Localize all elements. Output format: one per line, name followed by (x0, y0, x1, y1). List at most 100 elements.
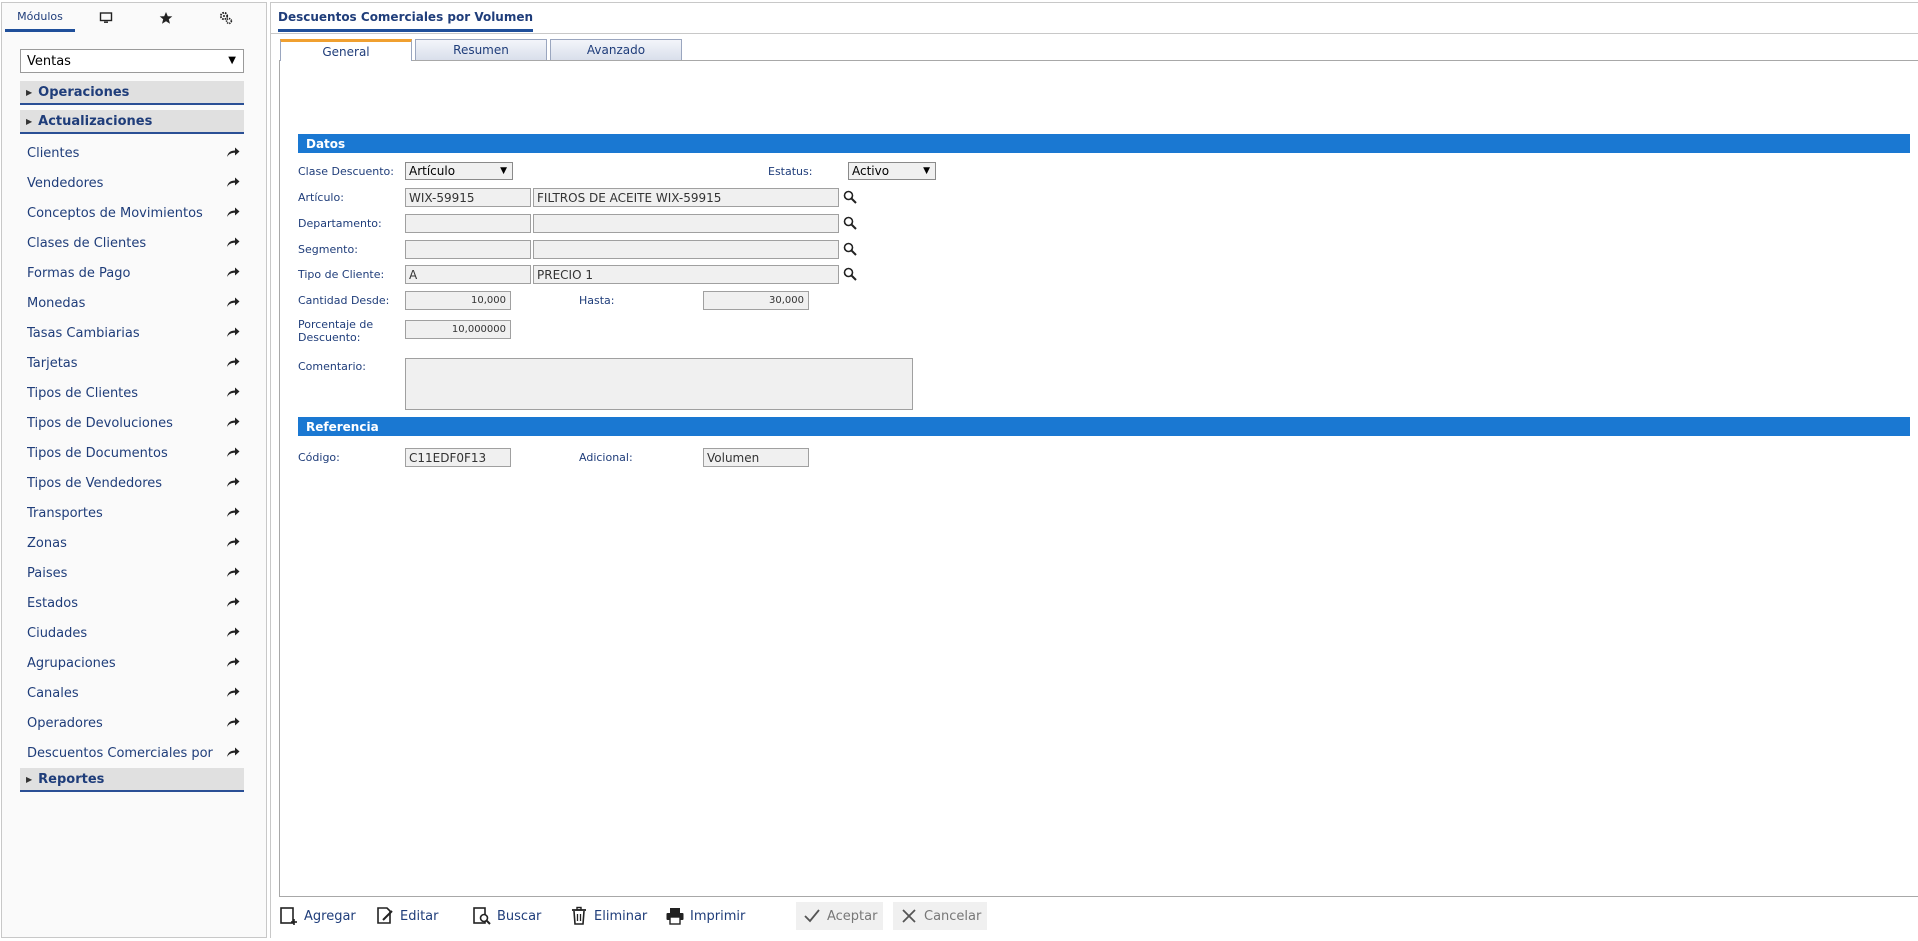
cantidad-desde-field[interactable]: 10,000 (405, 291, 511, 310)
tab-avanzado[interactable]: Avanzado (550, 39, 682, 60)
main-panel: Descuentos Comerciales por Volumen Gener… (270, 2, 1918, 938)
sidebar-item[interactable]: Monedas (20, 291, 244, 315)
sidebar-item-label: Tipos de Clientes (27, 385, 139, 401)
articulo-code-field[interactable]: WIX-59915 (405, 188, 531, 207)
sidebar-item[interactable]: Clientes (20, 141, 244, 165)
sidebar-item-label: Formas de Pago (27, 265, 131, 281)
articulo-desc-field[interactable]: FILTROS DE ACEITE WIX-59915 (533, 188, 839, 207)
sidebar-item[interactable]: Tipos de Documentos (20, 441, 244, 465)
print-button[interactable]: Imprimir (665, 902, 745, 930)
sidebar-item[interactable]: Agrupaciones (20, 651, 244, 675)
section-actualizaciones[interactable]: ▶ Actualizaciones (20, 110, 244, 134)
tab-settings[interactable] (208, 3, 244, 32)
sidebar-item[interactable]: Clases de Clientes (20, 231, 244, 255)
sidebar-item[interactable]: Conceptos de Movimientos (20, 201, 244, 225)
tab-screen[interactable] (88, 3, 124, 32)
sidebar-item[interactable]: Formas de Pago (20, 261, 244, 285)
sidebar-item-label: Tipos de Devoluciones (27, 415, 173, 431)
sidebar-item[interactable]: Canales (20, 681, 244, 705)
tab-resumen[interactable]: Resumen (415, 39, 547, 60)
share-arrow-icon (227, 597, 240, 607)
sidebar-item[interactable]: Descuentos Comerciales por Volumen (20, 741, 244, 765)
sidebar-item-label: Clientes (27, 145, 80, 161)
delete-button[interactable]: Eliminar (569, 902, 647, 930)
share-arrow-icon (227, 267, 240, 277)
tab-favorites[interactable] (148, 3, 184, 32)
adicional-field[interactable]: Volumen (703, 448, 809, 467)
porcentaje-field[interactable]: 10,000000 (405, 320, 511, 339)
sidebar-item-label: Clases de Clientes (27, 235, 147, 251)
tab-modulos-label: Módulos (17, 9, 63, 23)
add-button[interactable]: Agregar (279, 902, 356, 930)
chevron-down-icon: ▼ (923, 166, 930, 176)
gears-icon (219, 11, 233, 24)
chevron-down-icon: ▼ (228, 55, 236, 66)
sidebar-item[interactable]: Ciudades (20, 621, 244, 645)
sidebar-item[interactable]: Tarjetas (20, 351, 244, 375)
departamento-code-field[interactable] (405, 214, 531, 233)
sidebar-item[interactable]: Transportes (20, 501, 244, 525)
tab-modulos[interactable]: Módulos (5, 3, 75, 32)
sidebar-item[interactable]: Estados (20, 591, 244, 615)
sidebar-item[interactable]: Tasas Cambiarias (20, 321, 244, 345)
search-icon[interactable] (843, 190, 857, 204)
module-select-value: Ventas (27, 53, 71, 69)
sidebar-item-label: Tarjetas (27, 355, 78, 371)
sidebar-item-label: Tasas Cambiarias (27, 325, 140, 341)
sidebar-item[interactable]: Tipos de Devoluciones (20, 411, 244, 435)
section-operaciones[interactable]: ▶ Operaciones (20, 81, 244, 105)
sidebar-item[interactable]: Paises (20, 561, 244, 585)
printer-icon (666, 908, 684, 925)
comentario-label: Comentario: (298, 360, 366, 373)
sidebar-item[interactable]: Zonas (20, 531, 244, 555)
cantidad-desde-label: Cantidad Desde: (298, 294, 390, 307)
search-button[interactable]: Buscar (472, 902, 541, 930)
segmento-desc-field[interactable] (533, 240, 839, 259)
sidebar-item[interactable]: Operadores (20, 711, 244, 735)
departamento-desc-field[interactable] (533, 214, 839, 233)
sidebar-item-label: Paises (27, 565, 68, 581)
hasta-field[interactable]: 30,000 (703, 291, 809, 310)
section-band-referencia: Referencia (298, 417, 1910, 436)
module-select[interactable]: Ventas ▼ (20, 49, 244, 73)
accept-button[interactable]: Aceptar (796, 902, 884, 930)
share-arrow-icon (227, 687, 240, 697)
tipo-cliente-desc-field[interactable]: PRECIO 1 (533, 265, 839, 284)
porcentaje-label-line2: Descuento: (298, 331, 361, 344)
estatus-select[interactable]: Activo ▼ (848, 162, 936, 180)
sidebar-item-label: Canales (27, 685, 79, 701)
cancel-button[interactable]: Cancelar (893, 902, 988, 930)
sidebar-item-label: Descuentos Comerciales por Volumen (27, 745, 217, 761)
segmento-code-field[interactable] (405, 240, 531, 259)
edit-icon (377, 907, 393, 924)
accept-button-label: Aceptar (827, 908, 878, 924)
tab-avanzado-label: Avanzado (586, 43, 646, 57)
share-arrow-icon (227, 447, 240, 457)
sidebar-item-label: Zonas (27, 535, 67, 551)
share-arrow-icon (227, 567, 240, 577)
share-arrow-icon (227, 627, 240, 637)
edit-button[interactable]: Editar (375, 902, 439, 930)
caret-right-icon: ▶ (26, 774, 33, 784)
sidebar-item[interactable]: Vendedores (20, 171, 244, 195)
sidebar-item[interactable]: Tipos de Clientes (20, 381, 244, 405)
add-document-icon (280, 907, 297, 925)
section-reportes-label: Reportes (38, 771, 105, 787)
form-container: Datos Clase Descuento: Artículo ▼ Estatu… (279, 60, 1918, 897)
tipo-cliente-code-field[interactable]: A (405, 265, 531, 284)
search-icon[interactable] (843, 267, 857, 281)
codigo-field[interactable]: C11EDF0F13 (405, 448, 511, 467)
search-icon[interactable] (843, 216, 857, 230)
delete-button-label: Eliminar (594, 908, 648, 924)
search-icon[interactable] (843, 242, 857, 256)
sidebar-tabs: Módulos (2, 3, 266, 33)
clase-descuento-select[interactable]: Artículo ▼ (405, 162, 513, 180)
sidebar-item-label: Transportes (27, 505, 103, 521)
tipo-cliente-label: Tipo de Cliente: (298, 268, 385, 281)
sidebar-item[interactable]: Tipos de Vendedores (20, 471, 244, 495)
section-reportes[interactable]: ▶ Reportes (20, 768, 244, 792)
share-arrow-icon (227, 507, 240, 517)
comentario-field[interactable] (405, 358, 913, 410)
tab-general[interactable]: General (280, 39, 412, 61)
section-operaciones-label: Operaciones (38, 84, 130, 100)
